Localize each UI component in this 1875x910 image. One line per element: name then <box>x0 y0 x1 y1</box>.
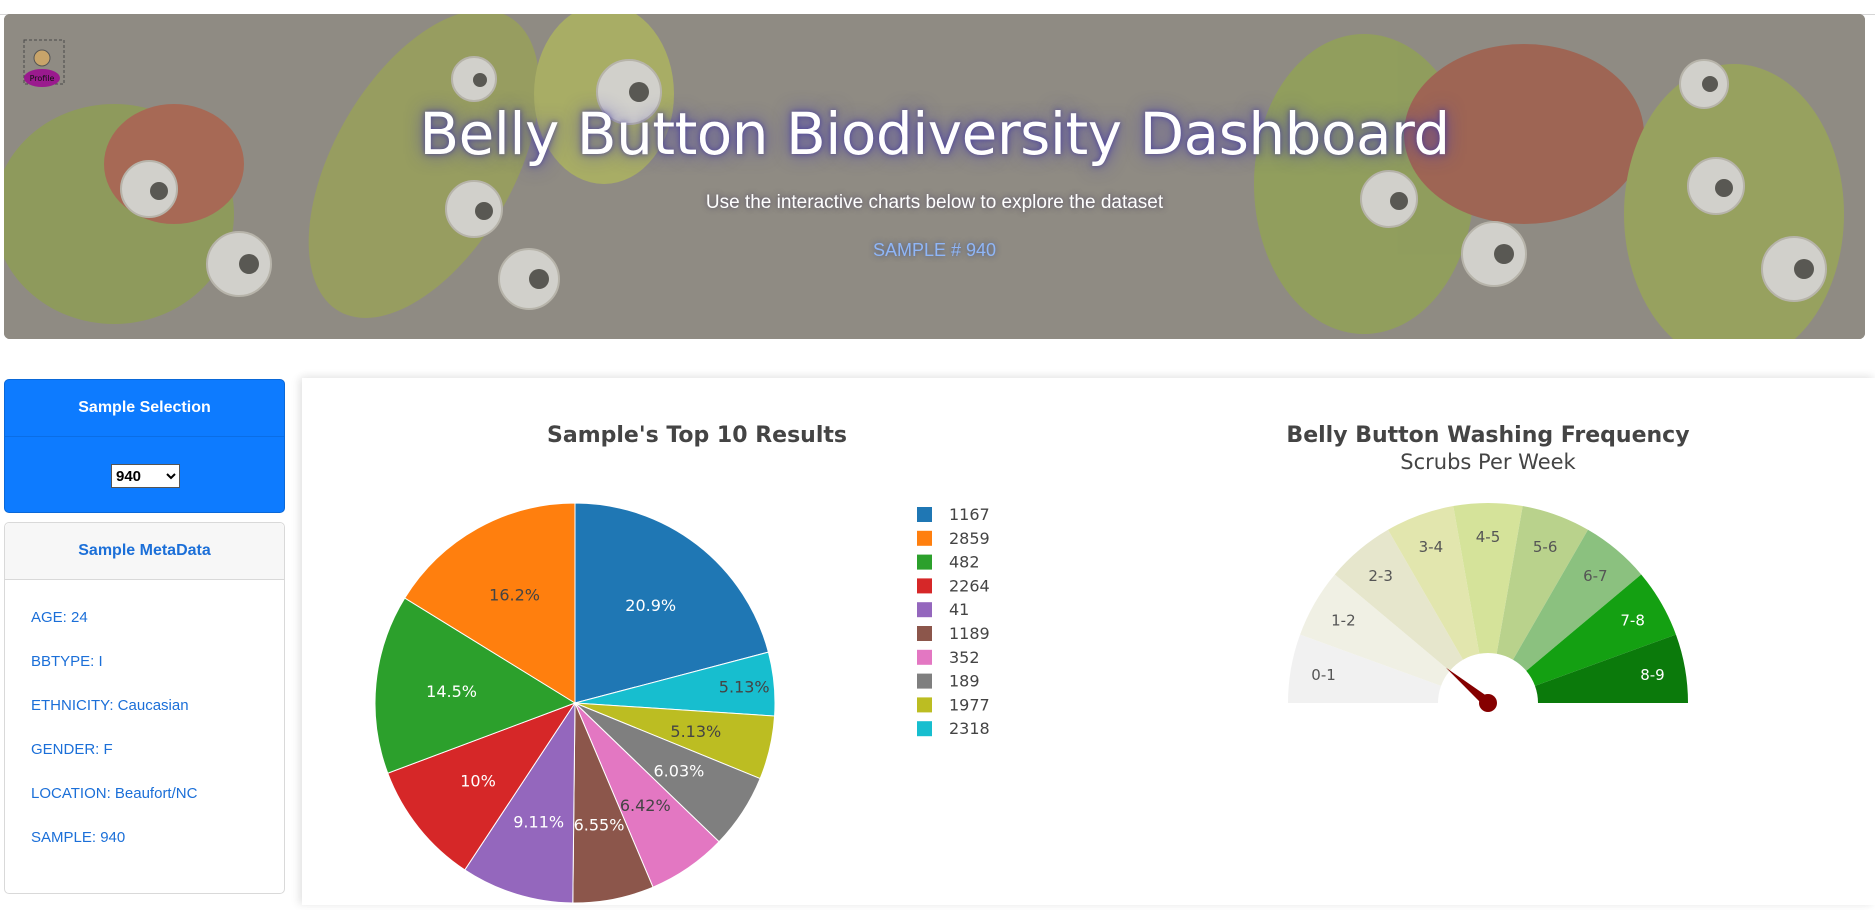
gauge-label-4-5: 4-5 <box>1476 528 1501 546</box>
page-subtitle: Use the interactive charts below to expl… <box>705 192 1164 213</box>
charts-card: Sample's Top 10 Results 20.9% 5.13% 5.13% 6… <box>302 378 1875 905</box>
legend-label-482[interactable]: 482 <box>949 553 980 572</box>
legend-label-2318[interactable]: 2318 <box>949 719 990 738</box>
pie-label-2318: 5.13% <box>719 678 770 697</box>
legend-label-1189[interactable]: 1189 <box>949 624 990 643</box>
legend-swatch-1189[interactable] <box>917 626 932 641</box>
gauge-label-2-3: 2-3 <box>1368 567 1393 585</box>
sample-selection-panel: Sample Selection 940 <box>4 379 285 513</box>
pie-label-41: 9.11% <box>513 813 564 832</box>
legend-swatch-41[interactable] <box>917 602 932 618</box>
metadata-age: AGE: 24 <box>31 609 88 626</box>
legend-swatch-189[interactable] <box>917 673 932 689</box>
pie-label-2264: 10% <box>460 771 496 790</box>
pie-label-1167: 20.9% <box>625 596 676 615</box>
legend-label-189[interactable]: 189 <box>949 672 980 691</box>
legend-swatch-2264[interactable] <box>917 578 932 594</box>
legend-swatch-2859[interactable] <box>917 530 932 546</box>
pie-label-1977: 5.13% <box>670 722 721 741</box>
banner-overlay <box>4 14 1865 339</box>
sample-select-dropdown[interactable]: 940 <box>111 464 180 488</box>
sample-number-label: SAMPLE # 940 <box>872 240 997 260</box>
charts-svg: Sample's Top 10 Results 20.9% 5.13% 5.13% 6… <box>374 423 1690 904</box>
gauge-label-3-4: 3-4 <box>1419 538 1444 556</box>
metadata-sample: SAMPLE: 940 <box>31 829 126 846</box>
legend-swatch-1977[interactable] <box>917 697 932 713</box>
pie-chart-title: Sample's Top 10 Results <box>547 423 847 448</box>
gauge-label-8-9: 8-9 <box>1640 666 1665 684</box>
legend-swatch-352[interactable] <box>917 649 932 665</box>
legend-label-2859[interactable]: 2859 <box>949 529 990 548</box>
pie-label-2859: 16.2% <box>489 586 540 605</box>
gauge-chart-subtitle: Scrubs Per Week <box>1400 450 1576 474</box>
pie-legend[interactable]: 1167 2859 482 2264 41 1189 352 189 1977 2318 <box>917 505 990 738</box>
header-banner: Profile Belly Button Biodiversity Dashbo… <box>4 14 1865 339</box>
gauge-label-7-8: 7-8 <box>1620 612 1645 630</box>
pie-label-189: 6.03% <box>654 762 705 781</box>
legend-swatch-1167[interactable] <box>917 507 932 522</box>
page-title: Belly Button Biodiversity Dashboard <box>419 100 1450 168</box>
metadata-bbtype: BBTYPE: I <box>31 653 103 670</box>
legend-label-1167[interactable]: 1167 <box>949 505 990 524</box>
gauge-label-0-1: 0-1 <box>1311 666 1336 684</box>
legend-label-1977[interactable]: 1977 <box>949 695 990 714</box>
gauge-label-1-2: 1-2 <box>1331 612 1356 630</box>
legend-swatch-482[interactable] <box>917 554 932 570</box>
metadata-gender: GENDER: F <box>31 741 113 758</box>
legend-label-41[interactable]: 41 <box>949 600 969 619</box>
pie-label-1189: 6.55% <box>574 816 625 835</box>
top-border <box>0 0 1875 15</box>
pie-label-352: 6.42% <box>620 796 671 815</box>
gauge-chart-title: Belly Button Washing Frequency <box>1286 423 1689 448</box>
pie-label-482: 14.5% <box>426 682 477 701</box>
gauge-label-6-7: 6-7 <box>1583 567 1608 585</box>
legend-swatch-2318[interactable] <box>917 721 932 737</box>
metadata-location: LOCATION: Beaufort/NC <box>31 785 198 802</box>
profile-icon[interactable]: Profile <box>18 38 70 90</box>
gauge-label-5-6: 5-6 <box>1533 538 1558 556</box>
metadata-ethnicity: ETHNICITY: Caucasian <box>31 697 189 714</box>
sample-selection-title: Sample Selection <box>5 380 284 437</box>
legend-label-2264[interactable]: 2264 <box>949 576 990 595</box>
legend-label-352[interactable]: 352 <box>949 648 980 667</box>
pie-chart[interactable]: 20.9% 5.13% 5.13% 6.03% 6.42%6.55% 9.11% 10% 14… <box>374 502 776 904</box>
gauge-chart[interactable]: 0-1 1-2 2-3 3-4 4-5 5-6 6-7 7-8 8-9 <box>1288 503 1688 712</box>
profile-icon-label: Profile <box>30 74 55 83</box>
sample-metadata-title: Sample MetaData <box>5 523 284 580</box>
gauge-needle-hub <box>1479 694 1497 712</box>
sample-metadata-panel: Sample MetaData AGE: 24 BBTYPE: I ETHNIC… <box>4 522 285 894</box>
